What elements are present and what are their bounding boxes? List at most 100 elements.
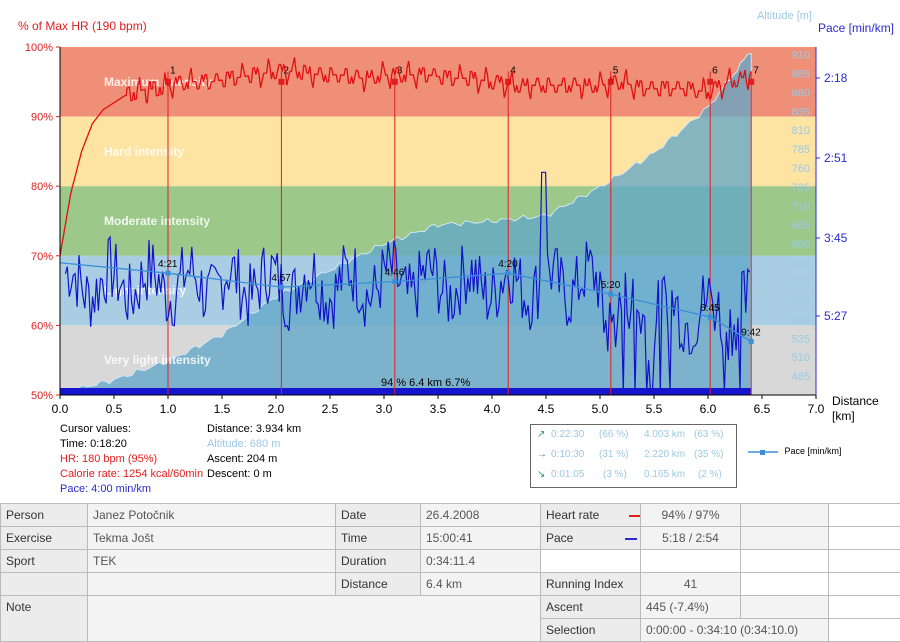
- empty-cell: [829, 550, 900, 573]
- x-tick-label: 6.5: [754, 402, 771, 416]
- left-tick-label: 100%: [25, 42, 53, 54]
- x-tick-label: 3.0: [376, 402, 393, 416]
- empty-cell: [829, 573, 900, 596]
- note-field[interactable]: [88, 596, 541, 642]
- lap-marker-label: 5: [613, 65, 619, 76]
- x-tick-label: 2.0: [268, 402, 285, 416]
- pace-lap-point: [608, 292, 613, 297]
- x-tick-label: 0.5: [106, 402, 123, 416]
- ascent-value: 445 (-7.4%): [641, 596, 741, 619]
- pace-swatch-icon: [625, 538, 637, 540]
- zone-label: Moderate intensity: [104, 214, 210, 228]
- pace-axis-title: Pace [min/km]: [818, 21, 894, 35]
- distance-label: Distance: [336, 573, 421, 596]
- stats-pct: (3 %): [603, 465, 627, 485]
- pace-lap-label: 5:20: [601, 280, 621, 291]
- left-tick-label: 80%: [31, 181, 53, 193]
- pace-lap-label: 4:46: [385, 268, 405, 279]
- uphill-icon: ↗: [537, 425, 545, 445]
- altitude-tick-label: 510: [792, 352, 810, 364]
- x-tick-label: 4.0: [484, 402, 501, 416]
- lap-marker-label: 6: [712, 65, 718, 76]
- x-tick-label: 1.0: [160, 402, 177, 416]
- selection-strip: [60, 388, 751, 395]
- stats-time: 0:10:30: [551, 445, 584, 465]
- hr-swatch-icon: [629, 515, 640, 517]
- date-label: Date: [336, 504, 421, 527]
- pace-lap-label: 4:57: [271, 273, 291, 284]
- stats-dpct: (35 %): [694, 445, 723, 465]
- x-tick-label: 5.5: [646, 402, 663, 416]
- pace-tick-label: 3:45: [824, 231, 848, 245]
- pace-tick-label: 2:18: [824, 71, 848, 85]
- empty-cell: [1, 573, 88, 596]
- lap-marker-point: [278, 79, 284, 85]
- altitude-tick-label: 535: [792, 333, 810, 345]
- empty-cell: [641, 550, 741, 573]
- empty-cell: [829, 596, 900, 619]
- altitude-tick-label: 585: [792, 295, 810, 307]
- stats-dist: 4.003 km: [644, 425, 685, 445]
- pace-legend-icon: [748, 447, 782, 457]
- cursor-values-left: Cursor values: Time: 0:18:20 HR: 180 bpm…: [60, 422, 203, 497]
- note-label: Note: [1, 596, 88, 642]
- pace-lap-label: 4:21: [158, 259, 178, 270]
- pace-lap-label: 6:45: [700, 303, 720, 314]
- person-value: Janez Potočnik: [88, 504, 336, 527]
- slope-stats-box: ↗ 0:22:30 (66 %) 4.003 km (63 %) → 0:10:…: [530, 424, 737, 488]
- x-tick-label: 2.5: [322, 402, 339, 416]
- duration-label: Duration: [336, 550, 421, 573]
- left-tick-label: 90%: [31, 112, 53, 124]
- left-axis-title: % of Max HR (190 bpm): [18, 19, 147, 33]
- cursor-distance: Distance: 3.934 km: [207, 422, 301, 437]
- pace-legend: Pace [min/km]: [748, 446, 842, 457]
- empty-cell: [88, 573, 336, 596]
- x-tick-label: 1.5: [214, 402, 231, 416]
- left-tick-label: 60%: [31, 320, 53, 332]
- cursor-calorie: Calorie rate: 1254 kcal/60min: [60, 467, 203, 482]
- pace-tick-label: 2:51: [824, 151, 848, 165]
- cursor-hr: HR: 180 bpm (95%): [60, 452, 203, 467]
- lap-marker-label: 7: [753, 65, 759, 76]
- empty-cell: [829, 619, 900, 642]
- altitude-tick-label: 835: [792, 106, 810, 118]
- x-axis-title: Distance: [832, 394, 879, 408]
- altitude-tick-label: 785: [792, 144, 810, 156]
- person-label: Person: [1, 504, 88, 527]
- cursor-time: Time: 0:18:20: [60, 437, 203, 452]
- stats-time: 0:22:30: [551, 425, 584, 445]
- altitude-tick-label: 760: [792, 163, 810, 175]
- selection-label: Selection: [541, 619, 641, 642]
- x-axis-unit: [km]: [832, 409, 855, 423]
- empty-cell: [741, 550, 829, 573]
- altitude-tick-label: 910: [792, 50, 810, 62]
- empty-cell: [829, 527, 900, 550]
- altitude-tick-label: 560: [792, 314, 810, 326]
- hr-label-text: Heart rate: [546, 508, 599, 522]
- ascent-label: Ascent: [541, 596, 641, 619]
- pace-lap-point: [749, 339, 754, 344]
- pace-lap-point: [279, 285, 284, 290]
- altitude-tick-label: 635: [792, 258, 810, 270]
- stats-dist: 2.220 km: [644, 445, 685, 465]
- zone-label: Very light intensity: [104, 353, 211, 367]
- cursor-ascent: Ascent: 204 m: [207, 452, 301, 467]
- pace-lap-label: 4:20: [498, 259, 518, 270]
- cursor-pace: Pace: 4:00 min/km: [60, 482, 203, 497]
- duration-value: 0:34:11.4: [421, 550, 541, 573]
- downhill-icon: ↘: [537, 465, 545, 485]
- pace-lap-label: 9:42: [741, 327, 761, 338]
- exercise-info-table: Person Janez Potočnik Date 26.4.2008 Hea…: [0, 503, 900, 642]
- exercise-value: Tekma Jošt: [88, 527, 336, 550]
- empty-cell: [741, 596, 829, 619]
- hr-label: Heart rate: [541, 504, 641, 527]
- pace-lap-point: [166, 271, 171, 276]
- cursor-values-right: Distance: 3.934 km Altitude: 680 m Ascen…: [207, 422, 301, 482]
- stats-row-flat: → 0:10:30 (31 %) 2.220 km (35 %): [531, 445, 736, 465]
- altitude-tick-label: 810: [792, 125, 810, 137]
- cursor-title: Cursor values:: [60, 422, 203, 437]
- stats-dpct: (2 %): [698, 465, 722, 485]
- cursor-descent: Descent: 0 m: [207, 467, 301, 482]
- summary-label: 94 % 6.4 km 6.7%: [381, 377, 470, 389]
- date-value: 26.4.2008: [421, 504, 541, 527]
